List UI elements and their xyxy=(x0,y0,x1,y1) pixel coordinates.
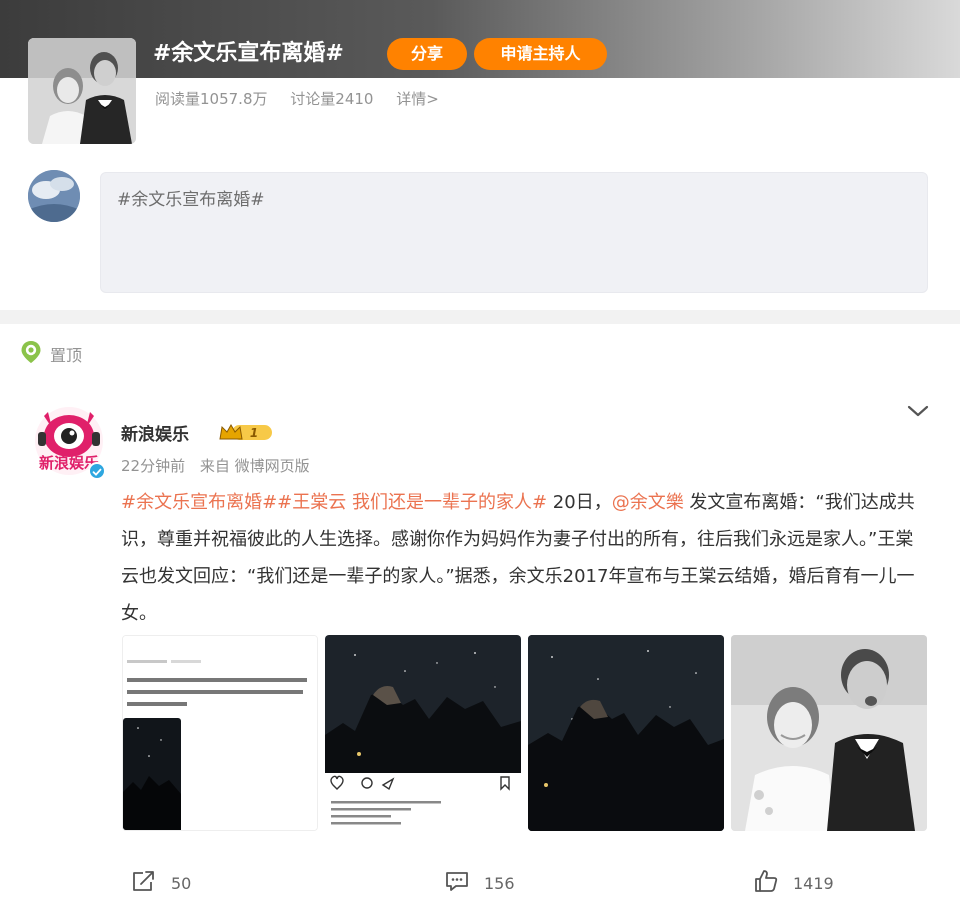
post-source: 来自 微博网页版 xyxy=(199,457,310,475)
comment-button[interactable]: 156 xyxy=(444,870,515,896)
topic-stats: 阅读量1057.8万 讨论量2410 详情> xyxy=(155,88,457,110)
pinned-indicator: 置顶 xyxy=(20,340,83,368)
vip-level: 1 xyxy=(250,426,258,440)
apply-host-button[interactable]: 申请主持人 xyxy=(474,38,607,70)
topic-tag-link[interactable]: #余文乐宣布离婚# xyxy=(121,492,277,513)
post-image-2[interactable] xyxy=(325,635,521,831)
mention-link[interactable]: @余文樂 xyxy=(612,492,684,513)
vip-crown-icon[interactable]: 1 xyxy=(218,422,274,442)
pinned-label: 置顶 xyxy=(50,346,83,365)
post-text-segment: 20日， xyxy=(547,492,612,513)
like-button[interactable]: 1419 xyxy=(753,870,834,896)
like-count: 1419 xyxy=(793,873,834,893)
post-image-1[interactable] xyxy=(122,635,318,831)
read-count: 阅读量1057.8万 xyxy=(155,90,268,108)
post-composer-input[interactable]: #余文乐宣布离婚# xyxy=(100,172,928,293)
share-topic-button[interactable]: 分享 xyxy=(387,38,467,70)
author-name[interactable]: 新浪娱乐 xyxy=(121,420,189,445)
share-icon xyxy=(131,869,157,897)
chevron-down-icon[interactable] xyxy=(906,402,930,420)
user-avatar[interactable] xyxy=(28,170,80,222)
discussion-count: 讨论量2410 xyxy=(290,90,374,108)
topic-tag-link[interactable]: #王棠云 我们还是一辈子的家人# xyxy=(277,492,547,513)
verified-icon xyxy=(88,462,106,480)
topic-title: #余文乐宣布离婚# xyxy=(153,41,344,66)
post-image-3[interactable] xyxy=(528,635,724,831)
repost-count: 50 xyxy=(171,873,192,893)
post-image-4[interactable] xyxy=(731,635,927,831)
comment-icon xyxy=(444,869,470,897)
post-time[interactable]: 22分钟前 xyxy=(121,457,185,475)
repost-button[interactable]: 50 xyxy=(131,870,191,896)
post-meta: 22分钟前 来自 微博网页版 xyxy=(121,455,320,476)
pinned-post-card: 置顶 新浪娱乐 新浪娱乐 1 22分钟前 来自 微博网页版 #余文乐宣布离婚##… xyxy=(0,324,960,920)
comment-count: 156 xyxy=(484,873,515,893)
topic-header: #余文乐宣布离婚# 分享 申请主持人 阅读量1057.8万 讨论量2410 详情… xyxy=(0,0,960,310)
topic-detail-link[interactable]: 详情> xyxy=(396,90,439,108)
topic-cover-image xyxy=(28,38,136,144)
like-icon xyxy=(753,868,779,898)
post-body: #余文乐宣布离婚##王棠云 我们还是一辈子的家人# 20日，@余文樂 发文宣布离… xyxy=(121,484,931,632)
pin-icon xyxy=(20,340,42,368)
